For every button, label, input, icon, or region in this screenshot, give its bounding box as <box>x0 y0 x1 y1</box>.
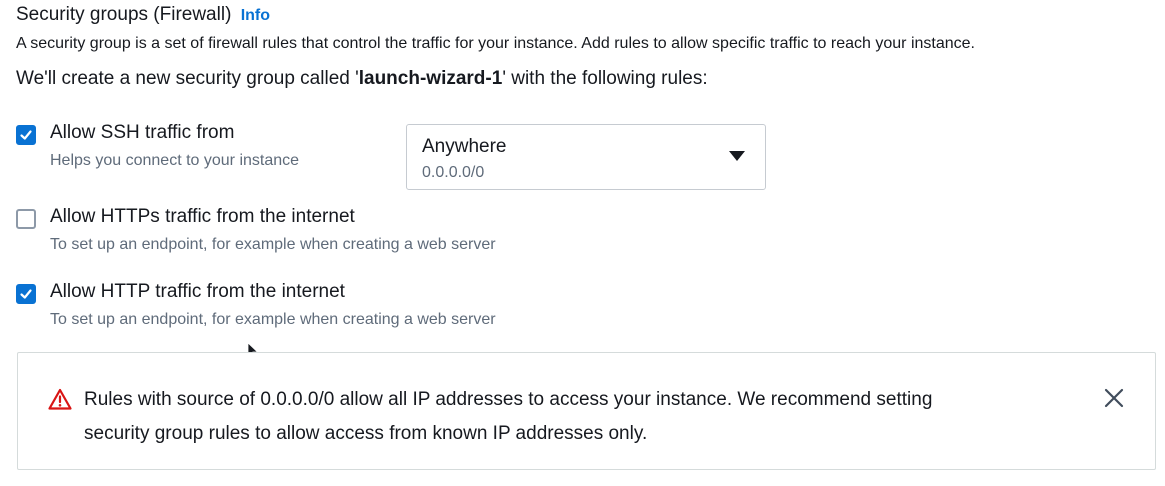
https-checkbox[interactable] <box>16 209 36 229</box>
ssh-source-value: Anywhere <box>422 136 507 157</box>
http-label[interactable]: Allow HTTP traffic from the internet <box>50 281 345 303</box>
alert-message: Rules with source of 0.0.0.0/0 allow all… <box>84 383 1064 451</box>
ssh-source-cidr: 0.0.0.0/0 <box>422 164 485 181</box>
warning-alert: Rules with source of 0.0.0.0/0 allow all… <box>17 352 1156 470</box>
https-hint: To set up an endpoint, for example when … <box>50 236 496 253</box>
close-icon[interactable] <box>1103 387 1125 409</box>
create-group-line: We'll create a new security group called… <box>16 68 708 90</box>
http-checkbox[interactable] <box>16 284 36 304</box>
http-hint: To set up an endpoint, for example when … <box>50 311 496 328</box>
ssh-label[interactable]: Allow SSH traffic from <box>50 122 234 144</box>
https-label[interactable]: Allow HTTPs traffic from the internet <box>50 206 355 228</box>
section-description: A security group is a set of firewall ru… <box>16 35 975 52</box>
section-title: Security groups (Firewall) <box>16 4 232 25</box>
create-suffix: ' with the following rules: <box>502 68 708 89</box>
ssh-hint: Helps you connect to your instance <box>50 152 300 169</box>
alert-line-1: Rules with source of 0.0.0.0/0 allow all… <box>84 389 933 410</box>
alert-line-2: security group rules to allow access fro… <box>84 423 648 444</box>
caret-down-icon <box>729 151 745 161</box>
ssh-checkbox[interactable] <box>16 125 36 145</box>
ssh-source-select[interactable]: Anywhere 0.0.0.0/0 <box>406 124 766 190</box>
checkmark-icon <box>20 130 32 140</box>
group-name: launch-wizard-1 <box>358 68 503 89</box>
info-link[interactable]: Info <box>241 7 270 24</box>
warning-triangle-icon <box>48 388 72 410</box>
create-prefix: We'll create a new security group called… <box>16 68 359 89</box>
section-heading: Security groups (Firewall) Info <box>16 4 270 26</box>
checkmark-icon <box>20 289 32 299</box>
